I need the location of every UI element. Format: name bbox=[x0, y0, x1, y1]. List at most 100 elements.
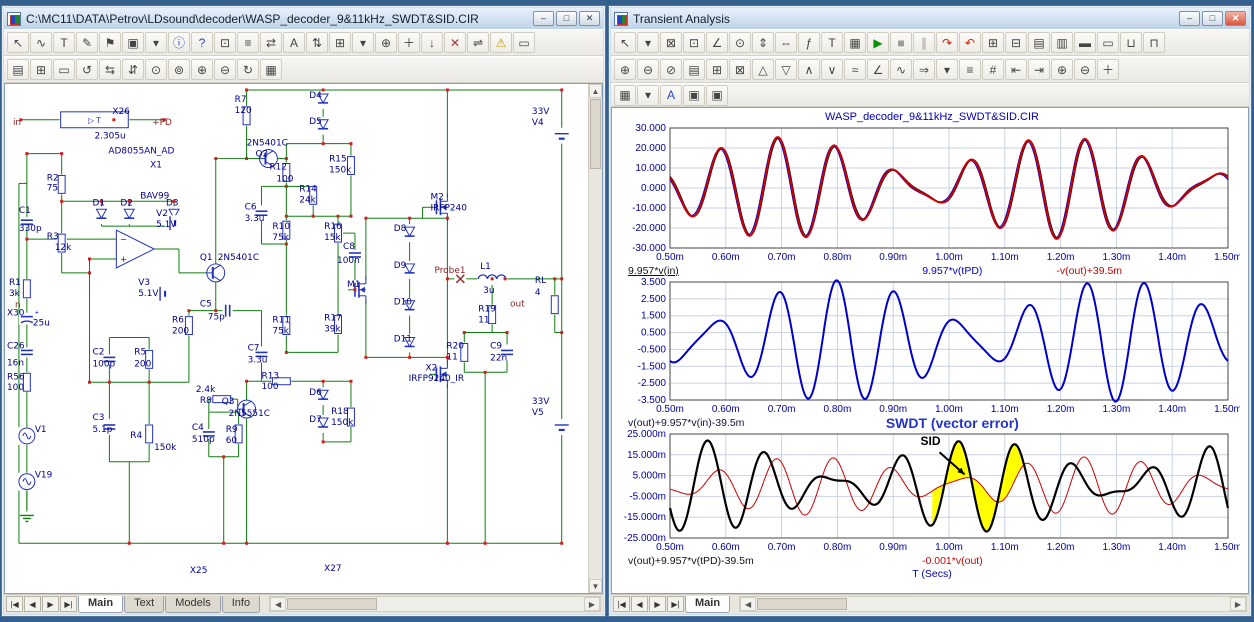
schematic-titlebar[interactable]: C:\MC11\DATA\Petrov\LDsound\decoder\WASP… bbox=[4, 8, 603, 29]
drc-warning-icon[interactable]: ⚠ bbox=[490, 32, 512, 53]
wire-mode-icon[interactable]: ∿ bbox=[30, 32, 52, 53]
node-snap-icon[interactable]: ⇄ bbox=[260, 32, 282, 53]
component-dropdown-icon[interactable]: ▾ bbox=[145, 32, 167, 53]
schematic-canvas[interactable]: ▷ T−++X26in+PD2.305uAD8055AN_ADX1R275C13… bbox=[5, 84, 588, 593]
legend-item[interactable]: -v(out)+39.5m bbox=[1056, 265, 1240, 277]
close-button[interactable]: ✕ bbox=[1225, 11, 1246, 26]
numeric-output-icon[interactable]: ≡ bbox=[959, 59, 981, 80]
phase-icon[interactable]: ∠ bbox=[867, 59, 889, 80]
add-part-icon[interactable]: ＋ bbox=[398, 32, 420, 53]
tab-nav-last-icon[interactable]: ▶| bbox=[667, 596, 684, 612]
zoom-in-icon[interactable]: ⊕ bbox=[614, 59, 636, 80]
shrink-cursor-icon[interactable]: ⊖ bbox=[1074, 59, 1096, 80]
attribute-display-icon[interactable]: ≡ bbox=[237, 32, 259, 53]
text-step-icon[interactable]: ⇅ bbox=[306, 32, 328, 53]
scrollbar-thumb[interactable] bbox=[757, 598, 847, 610]
scrollbar-thumb[interactable] bbox=[590, 99, 601, 169]
font-icon[interactable]: A bbox=[660, 85, 682, 106]
first-point-icon[interactable]: ⇤ bbox=[1005, 59, 1027, 80]
zoom-auto-icon[interactable]: ⊘ bbox=[660, 59, 682, 80]
performance-tag-icon[interactable]: ƒ bbox=[798, 32, 820, 53]
schematic-horizontal-scrollbar[interactable]: ◀ ▶ bbox=[269, 596, 601, 612]
select-mode-icon[interactable]: ↖ bbox=[7, 32, 29, 53]
tab-nav-last-icon[interactable]: ▶| bbox=[60, 596, 77, 612]
pause-icon[interactable]: ∥ bbox=[913, 32, 935, 53]
tab-main[interactable]: Main bbox=[685, 596, 730, 613]
delete-waveform-icon[interactable]: ⊟ bbox=[1005, 32, 1027, 53]
data-points-icon[interactable]: ⊠ bbox=[729, 59, 751, 80]
multi-plot-icon[interactable]: ▭ bbox=[1097, 32, 1119, 53]
select-mode-icon[interactable]: ↖ bbox=[614, 32, 636, 53]
properties-icon[interactable]: ▦ bbox=[844, 32, 866, 53]
scroll-down-icon[interactable]: ▼ bbox=[589, 579, 602, 593]
region-enable-icon[interactable]: ⊡ bbox=[214, 32, 236, 53]
copy-window-icon[interactable]: ▣ bbox=[706, 85, 728, 106]
legend-item[interactable]: v(out)+9.957*v(in)-39.5m bbox=[628, 417, 848, 429]
zoom-window-icon[interactable]: ⊠ bbox=[660, 32, 682, 53]
zoom-cursor-icon[interactable]: ⊕ bbox=[1051, 59, 1073, 80]
slope-up-icon[interactable]: ↷ bbox=[936, 32, 958, 53]
panel-bottom-icon[interactable]: ▥ bbox=[1051, 32, 1073, 53]
sink-current-icon[interactable]: ↓ bbox=[421, 32, 443, 53]
vertical-tag-icon[interactable]: ⇕ bbox=[752, 32, 774, 53]
minimize-button[interactable]: – bbox=[1179, 11, 1200, 26]
grid-toggle-icon[interactable]: ⊞ bbox=[706, 59, 728, 80]
reverse-icon[interactable]: ⇌ bbox=[467, 32, 489, 53]
panel-top-icon[interactable]: ▤ bbox=[1028, 32, 1050, 53]
zoom-fit-icon[interactable]: ↻ bbox=[237, 59, 259, 80]
component-mode-icon[interactable]: ▣ bbox=[122, 32, 144, 53]
options-dropdown-icon[interactable]: ▾ bbox=[352, 32, 374, 53]
tab-text[interactable]: Text bbox=[124, 596, 164, 613]
smoothing-icon[interactable]: ≈ bbox=[844, 59, 866, 80]
tile-dropdown-icon[interactable]: ▾ bbox=[637, 85, 659, 106]
tab-models[interactable]: Models bbox=[165, 596, 220, 613]
scrollbar-thumb[interactable] bbox=[287, 598, 377, 610]
scale-mode-icon[interactable]: ⊡ bbox=[683, 32, 705, 53]
horizontal-tag-icon[interactable]: ⇔ bbox=[775, 32, 797, 53]
legend-item[interactable]: SWDT (vector error) bbox=[848, 415, 1056, 431]
grid-text-icon[interactable]: ⊞ bbox=[329, 32, 351, 53]
waveform-dropdown-icon[interactable]: ▾ bbox=[936, 59, 958, 80]
plot-2[interactable]: 0.50m0.60m0.70m0.80m0.90m1.00m1.10m1.20m… bbox=[616, 278, 1240, 416]
legend-item[interactable]: 9.957*v(tPD) bbox=[848, 265, 1056, 277]
copy-page-icon[interactable]: ▣ bbox=[683, 85, 705, 106]
add-waveform-icon[interactable]: ⊞ bbox=[982, 32, 1004, 53]
collapse-plot-icon[interactable]: ⊓ bbox=[1143, 32, 1165, 53]
plot-3[interactable]: 0.50m0.60m0.70m0.80m0.90m1.00m1.10m1.20m… bbox=[616, 430, 1240, 554]
box-tool-icon[interactable]: ▭ bbox=[513, 32, 535, 53]
zoom-in-icon[interactable]: ⊕ bbox=[191, 59, 213, 80]
tab-nav-first-icon[interactable]: |◀ bbox=[613, 596, 630, 612]
peak-marker-icon[interactable]: ∧ bbox=[798, 59, 820, 80]
help-mode-icon[interactable]: ? bbox=[191, 32, 213, 53]
run-icon[interactable]: ▶ bbox=[867, 32, 889, 53]
single-plot-icon[interactable]: ▬ bbox=[1074, 32, 1096, 53]
maximize-button[interactable]: □ bbox=[1202, 11, 1223, 26]
find-icon[interactable]: ⊙ bbox=[145, 59, 167, 80]
find-repeat-icon[interactable]: ⊚ bbox=[168, 59, 190, 80]
exponent-format-icon[interactable]: # bbox=[982, 59, 1004, 80]
point-tag-icon[interactable]: ⊙ bbox=[729, 32, 751, 53]
plot-1[interactable]: 0.50m0.60m0.70m0.80m0.90m1.00m1.10m1.20m… bbox=[616, 124, 1240, 264]
tab-nav-next-icon[interactable]: ▶ bbox=[649, 596, 666, 612]
ruler-icon[interactable]: ▽ bbox=[775, 59, 797, 80]
schematic-vertical-scrollbar[interactable]: ▲ ▼ bbox=[588, 84, 602, 593]
circuit-properties-icon[interactable]: ▤ bbox=[7, 59, 29, 80]
close-button[interactable]: ✕ bbox=[579, 11, 600, 26]
info-mode-icon[interactable]: ⓘ bbox=[168, 32, 190, 53]
rotate-icon[interactable]: ↺ bbox=[76, 59, 98, 80]
stop-icon[interactable]: ■ bbox=[890, 32, 912, 53]
analysis-horizontal-scrollbar[interactable]: ◀ ▶ bbox=[739, 596, 1247, 612]
slope-down-icon[interactable]: ↶ bbox=[959, 32, 981, 53]
tab-nav-next-icon[interactable]: ▶ bbox=[42, 596, 59, 612]
scroll-left-icon[interactable]: ◀ bbox=[270, 597, 286, 611]
scroll-up-icon[interactable]: ▲ bbox=[589, 84, 602, 98]
tab-nav-prev-icon[interactable]: ◀ bbox=[24, 596, 41, 612]
tab-info[interactable]: Info bbox=[222, 596, 260, 613]
cursor-mode-icon[interactable]: ∠ bbox=[706, 32, 728, 53]
crosshair-icon[interactable]: ＋ bbox=[1097, 59, 1119, 80]
zoom-out-icon[interactable]: ⊖ bbox=[637, 59, 659, 80]
node-numbers-icon[interactable]: ⊕ bbox=[375, 32, 397, 53]
text-mode-icon[interactable]: T bbox=[53, 32, 75, 53]
analysis-titlebar[interactable]: Transient Analysis –□✕ bbox=[611, 8, 1249, 29]
tokens-icon[interactable]: △ bbox=[752, 59, 774, 80]
